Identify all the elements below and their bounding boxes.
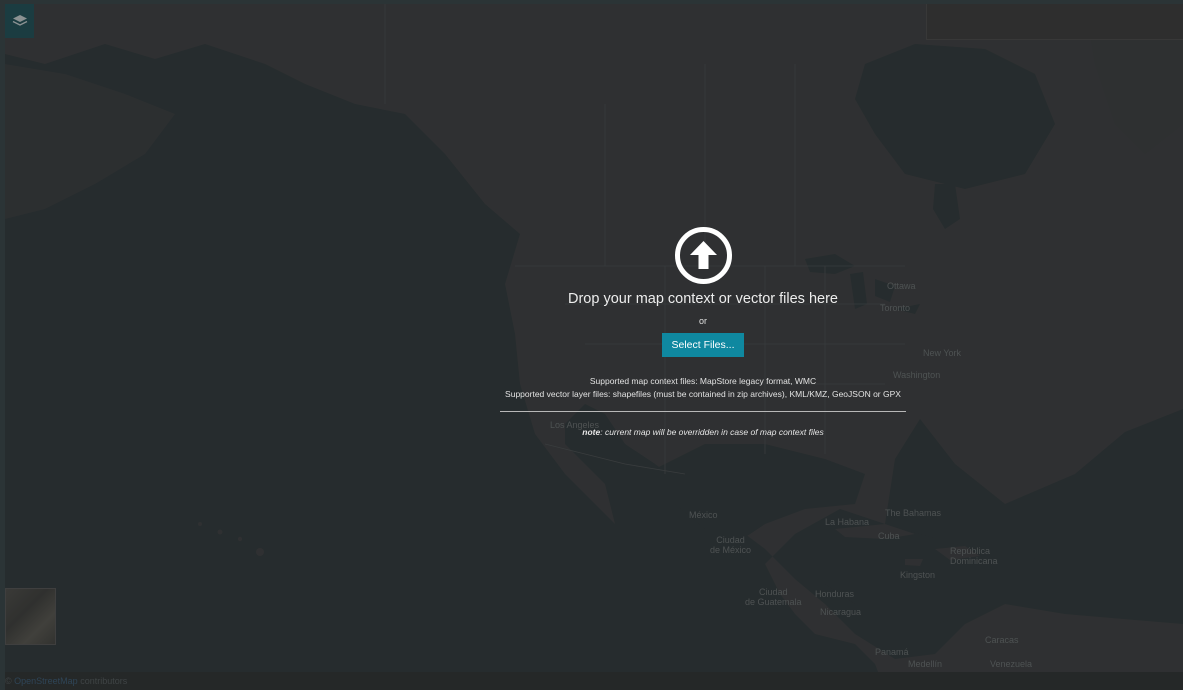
supported-context-files: Supported map context files: MapStore le… [589, 376, 817, 386]
map-viewport[interactable]: Ottawa Toronto New York Washington Los A… [5, 4, 1183, 690]
drop-zone[interactable]: Drop your map context or vector files he… [500, 226, 906, 476]
supported-formats-info: Supported map context files: MapStore le… [500, 375, 906, 400]
drop-zone-title: Drop your map context or vector files he… [568, 291, 838, 307]
note-text: : current map will be overridden in case… [600, 427, 824, 437]
or-separator: or [698, 316, 707, 326]
supported-vector-files: Supported vector layer files: shapefiles… [505, 388, 901, 399]
override-note: note: current map will be overridden in … [500, 427, 906, 437]
select-files-button[interactable]: Select Files... [662, 333, 744, 357]
note-label: note [582, 427, 601, 437]
upload-arrow-icon [674, 226, 733, 285]
divider [500, 411, 906, 412]
